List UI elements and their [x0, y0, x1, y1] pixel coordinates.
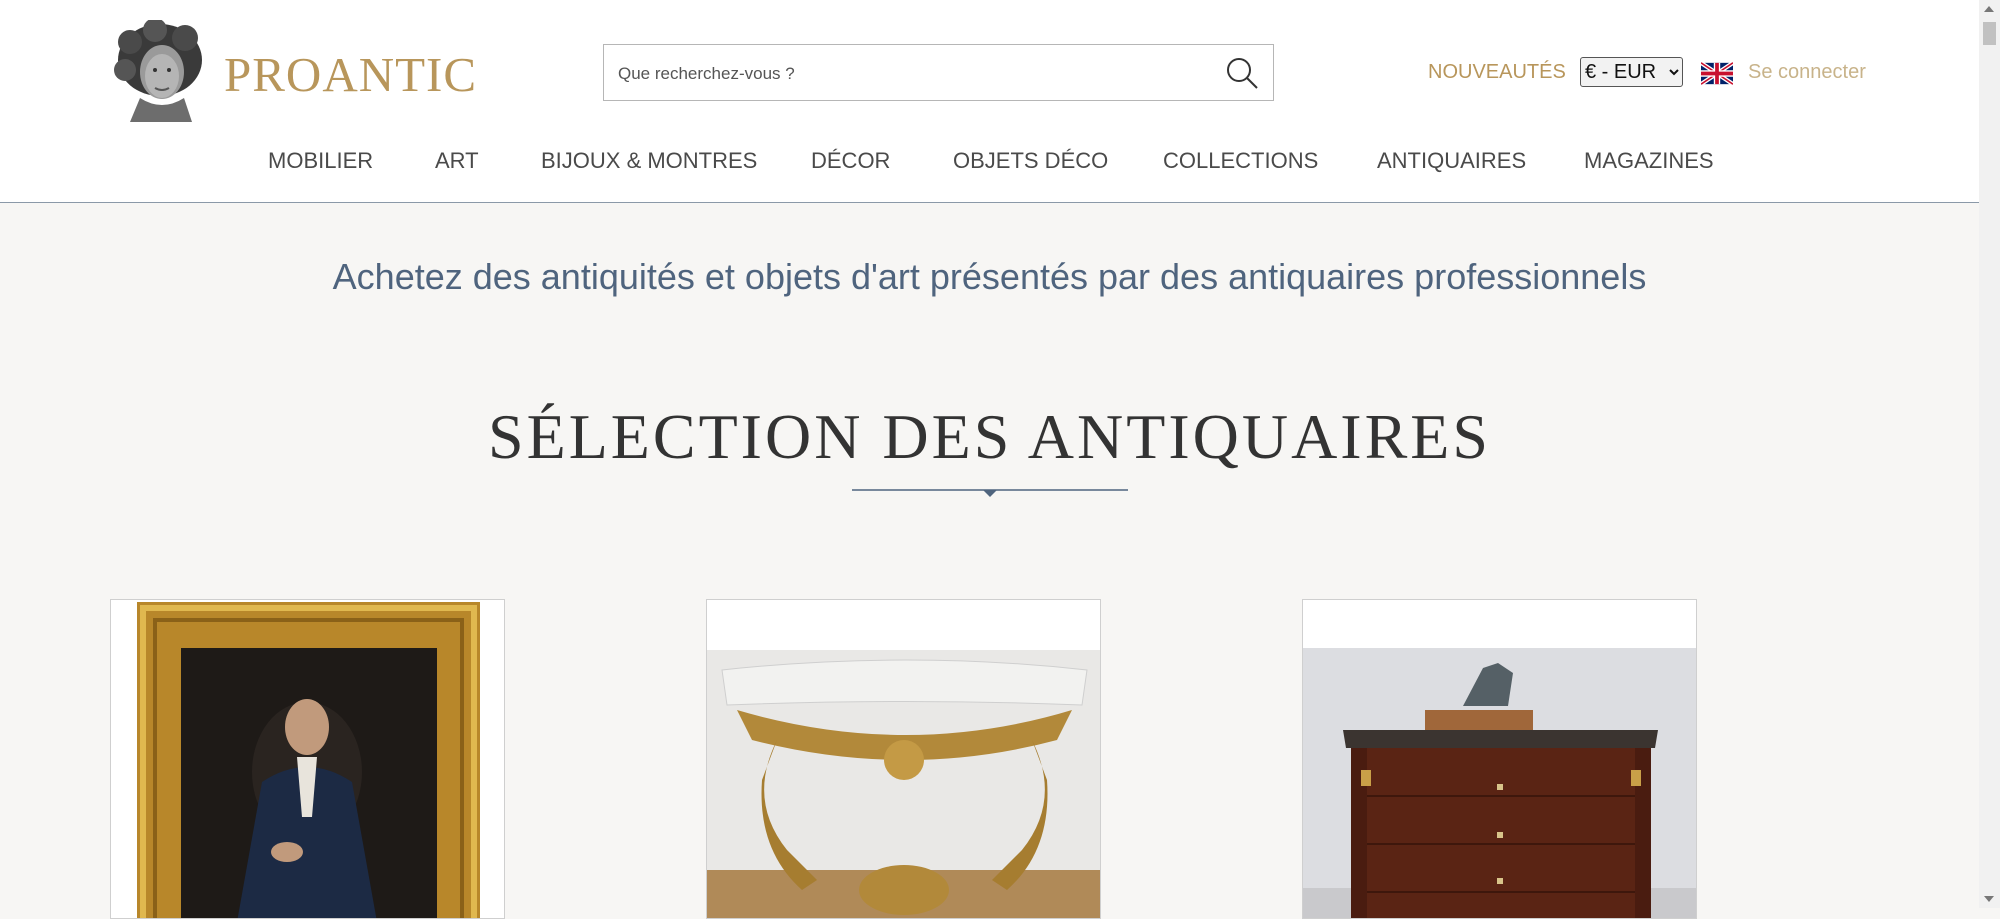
- nav-item-decor[interactable]: DÉCOR: [811, 148, 890, 174]
- search-box: [603, 44, 1274, 102]
- search-icon[interactable]: [1225, 56, 1259, 90]
- main-nav: MOBILIER ART BIJOUX & MONTRES DÉCOR OBJE…: [0, 148, 1979, 178]
- nav-item-bijoux-montres[interactable]: BIJOUX & MONTRES: [541, 148, 757, 174]
- nav-item-collections[interactable]: COLLECTIONS: [1163, 148, 1318, 174]
- section-divider: [852, 489, 1128, 497]
- nouveautes-link[interactable]: NOUVEAUTÉS: [1428, 61, 1566, 84]
- commode-image: [1303, 648, 1696, 918]
- product-card[interactable]: [110, 599, 505, 919]
- scroll-up-arrow-icon[interactable]: [1984, 6, 1994, 12]
- nav-item-antiquaires[interactable]: ANTIQUAIRES: [1377, 148, 1526, 174]
- scroll-down-arrow-icon[interactable]: [1984, 896, 1994, 902]
- nav-item-art[interactable]: ART: [435, 148, 479, 174]
- site-logo-text[interactable]: PROANTIC: [224, 46, 477, 103]
- page-tagline: Achetez des antiquités et objets d'art p…: [332, 256, 1647, 297]
- product-card[interactable]: [1302, 599, 1697, 919]
- nav-item-magazines[interactable]: MAGAZINES: [1584, 148, 1714, 174]
- search-input[interactable]: [616, 45, 1200, 102]
- console-table-image: [707, 650, 1100, 918]
- vertical-scrollbar[interactable]: [1979, 0, 2000, 908]
- portrait-painting-image: [137, 602, 480, 918]
- section-title: SÉLECTION DES ANTIQUAIRES: [488, 401, 1491, 472]
- nav-item-objets-deco[interactable]: OBJETS DÉCO: [953, 148, 1108, 174]
- login-link[interactable]: Se connecter: [1748, 61, 1866, 84]
- uk-flag-icon[interactable]: [1701, 62, 1733, 85]
- product-card[interactable]: [706, 599, 1101, 919]
- currency-select[interactable]: € - EUR: [1580, 57, 1683, 87]
- site-header: PROANTIC NOUVEAUTÉS € - EUR Se connecter…: [0, 0, 1979, 203]
- bust-logo-icon[interactable]: [110, 20, 210, 122]
- scroll-thumb[interactable]: [1983, 22, 1996, 45]
- nav-item-mobilier[interactable]: MOBILIER: [268, 148, 373, 174]
